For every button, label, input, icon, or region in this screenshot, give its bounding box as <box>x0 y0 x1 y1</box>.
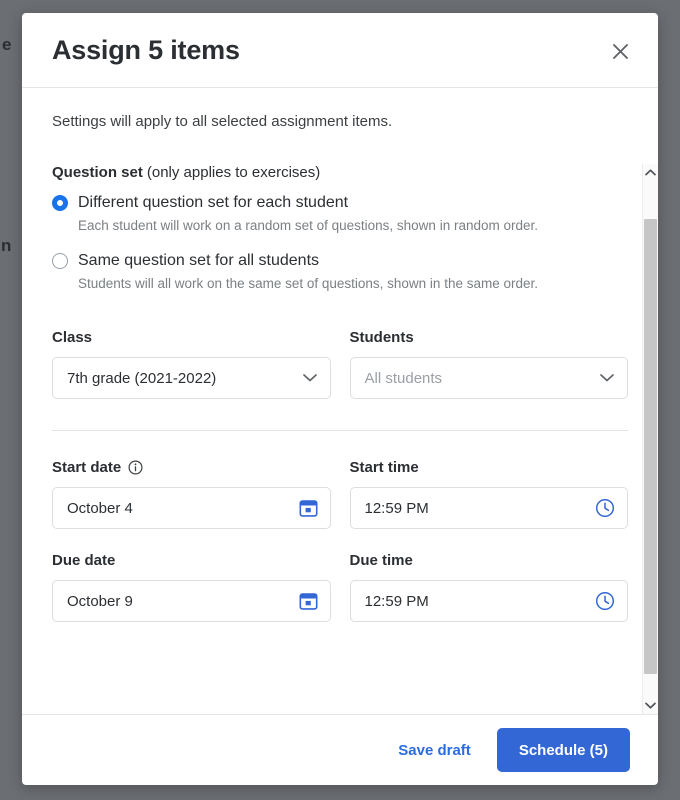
radio-unselected-icon <box>52 253 68 269</box>
due-time-value: 12:59 PM <box>364 592 429 610</box>
chevron-down-icon <box>645 702 656 709</box>
start-date-label: Start date <box>52 459 331 476</box>
clock-icon[interactable] <box>595 591 615 611</box>
scrollbar-thumb[interactable] <box>644 219 657 674</box>
close-icon <box>612 43 628 59</box>
schedule-button[interactable]: Schedule (5) <box>496 728 630 772</box>
clock-icon[interactable] <box>595 498 615 518</box>
radio-description-same: Students will all work on the same set o… <box>78 276 538 291</box>
dialog-footer: Save draft Schedule (5) <box>22 714 658 785</box>
radio-option-same-question-set[interactable]: Same question set for all students <box>52 251 628 271</box>
background-text-fragment-top: e <box>2 35 12 54</box>
chevron-down-icon <box>302 374 317 382</box>
due-row: Due date October 9 Due time 12:59 PM <box>52 552 628 622</box>
students-field-group: Students All students <box>349 329 628 399</box>
radio-label-different: Different question set for each student <box>78 194 349 211</box>
save-draft-button[interactable]: Save draft <box>394 734 475 767</box>
scroll-down-button[interactable] <box>643 697 658 714</box>
scroll-up-button[interactable] <box>643 164 658 181</box>
scrollbar-track[interactable] <box>643 181 658 697</box>
dialog-body: Settings will apply to all selected assi… <box>22 88 658 714</box>
due-date-input[interactable]: October 9 <box>52 580 331 622</box>
radio-group-spacer <box>52 235 628 251</box>
radio-option-different-question-set[interactable]: Different question set for each student <box>52 193 628 213</box>
info-icon[interactable] <box>128 460 143 475</box>
assign-items-dialog: Assign 5 items Settings will apply to al… <box>22 13 658 785</box>
close-button[interactable] <box>604 35 636 67</box>
question-set-heading-label: Question set <box>52 164 143 181</box>
question-set-heading-note: (only applies to exercises) <box>146 164 321 181</box>
radio-description-different: Each student will work on a random set o… <box>78 218 538 233</box>
start-time-input[interactable]: 12:59 PM <box>349 487 628 529</box>
intro-text: Settings will apply to all selected assi… <box>52 113 393 130</box>
class-select[interactable]: 7th grade (2021-2022) <box>52 357 331 399</box>
due-time-label: Due time <box>349 552 413 569</box>
class-label: Class <box>52 329 93 346</box>
due-date-label: Due date <box>52 552 116 569</box>
start-row: Start date October 4 Start time 12:59 PM <box>52 459 628 529</box>
due-time-group: Due time 12:59 PM <box>349 552 628 622</box>
radio-selected-icon <box>52 195 68 211</box>
start-time-group: Start time 12:59 PM <box>349 459 628 529</box>
students-select[interactable]: All students <box>349 357 628 399</box>
class-field-group: Class 7th grade (2021-2022) <box>52 329 331 399</box>
chevron-up-icon <box>645 169 656 176</box>
dialog-scrollbar[interactable] <box>642 164 658 714</box>
calendar-icon[interactable] <box>298 592 318 611</box>
dialog-header: Assign 5 items <box>22 13 658 88</box>
calendar-icon[interactable] <box>298 499 318 518</box>
due-time-input[interactable]: 12:59 PM <box>349 580 628 622</box>
class-select-value: 7th grade (2021-2022) <box>67 369 217 387</box>
radio-label-same: Same question set for all students <box>78 252 320 269</box>
start-date-input[interactable]: October 4 <box>52 487 331 529</box>
question-set-heading: Question set (only applies to exercises) <box>52 164 628 181</box>
background-text-fragment-mid: n <box>1 236 12 255</box>
students-label: Students <box>349 329 414 346</box>
start-date-value: October 4 <box>67 499 133 517</box>
section-divider <box>52 430 628 431</box>
start-time-value: 12:59 PM <box>364 499 429 517</box>
audience-row: Class 7th grade (2021-2022) Students All… <box>52 329 628 399</box>
start-date-group: Start date October 4 <box>52 459 331 529</box>
schedule-block: Start date October 4 Start time 12:59 PM… <box>52 459 628 622</box>
due-date-group: Due date October 9 <box>52 552 331 622</box>
due-date-value: October 9 <box>67 592 133 610</box>
start-time-label: Start time <box>349 459 419 476</box>
chevron-down-icon <box>600 374 614 382</box>
students-select-value: All students <box>364 369 443 387</box>
start-date-label-text: Start date <box>52 459 122 476</box>
page-title: Assign 5 items <box>52 34 240 65</box>
